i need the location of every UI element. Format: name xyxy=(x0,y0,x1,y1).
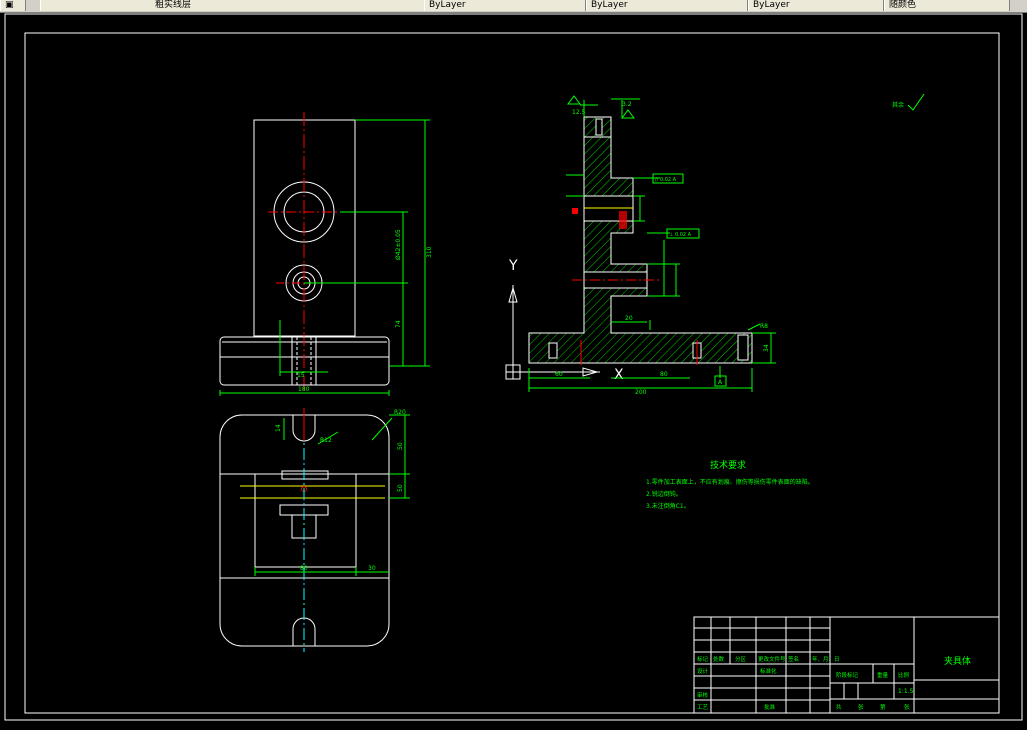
tb-mark: 标记 xyxy=(697,655,709,663)
drawing-canvas[interactable]: 310 Ø42±0.05 74 180 15 R20 R12 50 50 80 … xyxy=(0,13,1027,726)
linetype-dropdown[interactable]: ByLayer xyxy=(586,0,748,11)
roughness-top2: 3.2 xyxy=(622,101,632,108)
axis-x-label: X xyxy=(614,367,624,383)
front-view: 310 Ø42±0.05 74 180 15 xyxy=(219,112,433,396)
dim-30: 30 xyxy=(368,565,376,572)
menu-icon[interactable]: ▣ xyxy=(0,0,26,11)
tb-process: 工艺 xyxy=(697,704,709,711)
section-view: Y X 12.5 3.2 // 0.02 A ⊥ 0.02 A 200 60 8… xyxy=(505,93,925,396)
datum-a: A xyxy=(718,379,723,386)
tb-zone: 分区 xyxy=(735,655,747,663)
dim-width: 180 xyxy=(298,386,310,393)
tb-weight: 重量 xyxy=(877,671,889,679)
color-dropdown[interactable]: ByLayer xyxy=(424,0,586,11)
tb-sheet-unit2: 张 xyxy=(904,703,910,711)
tb-approve: 批准 xyxy=(764,703,776,711)
dim-34: 34 xyxy=(763,344,770,352)
dim-r8: R8 xyxy=(760,323,768,330)
tb-sheet-unit: 张 xyxy=(858,703,864,711)
lineweight-dropdown[interactable]: ByLayer xyxy=(748,0,884,11)
tech-req-item-3: 3.未注倒角C1。 xyxy=(646,502,690,510)
tb-ratio: 比例 xyxy=(898,671,910,679)
dim-r20: R20 xyxy=(394,409,406,416)
dim-small: 15 xyxy=(297,372,305,379)
tb-sheet-total: 共 xyxy=(836,703,842,711)
part-name: 夹具体 xyxy=(944,655,971,667)
dim-80: 80 xyxy=(300,565,308,572)
layer-control[interactable]: 粗实线层 xyxy=(40,0,426,11)
dim-80: 80 xyxy=(660,371,668,378)
technical-requirements: 技术要求 1.零件加工表面上，不应有划痕、擦伤等损伤零件表面的缺陷。 2.锐边倒… xyxy=(646,459,814,510)
dim-50b: 50 xyxy=(397,484,404,492)
tech-req-item-1: 1.零件加工表面上，不应有划痕、擦伤等损伤零件表面的缺陷。 xyxy=(646,478,814,486)
tb-stage-mark: 阶段标记 xyxy=(836,671,859,679)
top-view: R20 R12 50 50 80 30 14 xyxy=(219,408,410,652)
tolerance-parallel: // 0.02 A xyxy=(655,177,677,183)
linetype-value: ByLayer xyxy=(591,0,628,10)
drawing-border-inner xyxy=(24,32,1000,714)
scale-value: 1:1.5 xyxy=(898,688,914,695)
other-roughness: 其余 xyxy=(892,101,904,109)
dim-14: 14 xyxy=(275,424,282,432)
tech-req-title: 技术要求 xyxy=(710,459,746,471)
tb-count: 处数 xyxy=(713,655,725,663)
dim-base: 74 xyxy=(395,320,402,328)
tb-standard: 标准化 xyxy=(760,667,777,675)
tb-doc: 更改文件号 xyxy=(758,655,786,663)
dim-50a: 50 xyxy=(397,442,404,450)
dim-height: 310 xyxy=(426,246,433,258)
dim-r12: R12 xyxy=(320,437,332,444)
tb-date: 年、月、日 xyxy=(812,655,840,663)
dim-20: 20 xyxy=(625,315,633,322)
plotstyle-dropdown[interactable]: 随颜色 xyxy=(884,0,1010,11)
dim-200: 200 xyxy=(635,389,647,396)
cad-toolbar: ▣ 粗实线层 ByLayer ByLayer ByLayer 随颜色 xyxy=(0,0,1027,13)
axis-y-label: Y xyxy=(508,258,518,274)
tb-sheet-no: 第 xyxy=(880,703,886,711)
layer-dropdown-label: 粗实线层 xyxy=(155,0,192,10)
dim-60: 60 xyxy=(555,371,563,378)
color-value: ByLayer xyxy=(429,0,466,10)
tb-design: 设计 xyxy=(697,667,709,675)
tb-check: 审核 xyxy=(697,691,709,699)
dim-hole: Ø42±0.05 xyxy=(395,229,402,260)
tb-sign: 签名 xyxy=(788,655,799,663)
tolerance-perp: ⊥ 0.02 A xyxy=(669,232,692,238)
lineweight-value: ByLayer xyxy=(753,0,790,10)
tech-req-item-2: 2.锐边倒钝。 xyxy=(646,490,682,498)
roughness-top: 12.5 xyxy=(572,109,586,116)
plotstyle-value: 随颜色 xyxy=(889,0,917,10)
